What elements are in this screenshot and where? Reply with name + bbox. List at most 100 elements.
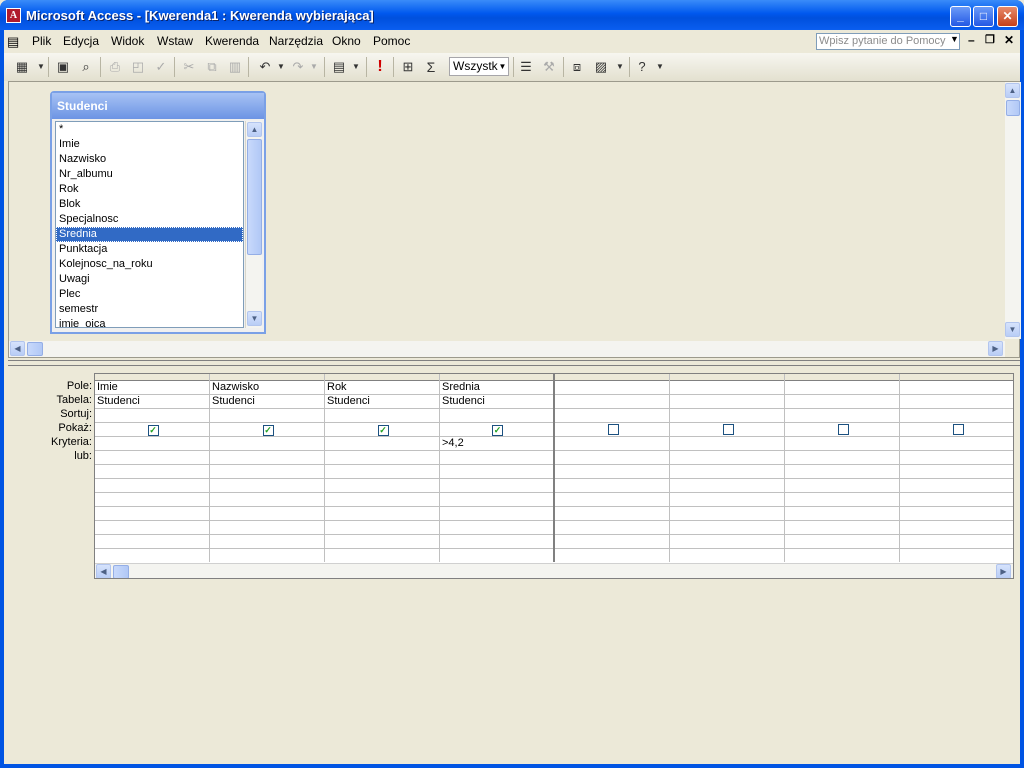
view-icon[interactable]: ▦ [12, 57, 32, 77]
field-list-item[interactable]: Rok [56, 182, 243, 197]
show-checkbox[interactable]: ✓ [492, 425, 503, 436]
grid-cell[interactable] [670, 493, 784, 507]
grid-cell[interactable] [325, 493, 439, 507]
show-checkbox[interactable] [837, 424, 849, 435]
grid-cell-kryteria[interactable] [210, 437, 324, 451]
copy-icon[interactable]: ⧉ [202, 57, 222, 77]
grid-cell[interactable] [95, 535, 209, 549]
grid-cell-lub[interactable] [900, 451, 1013, 465]
grid-column[interactable] [900, 374, 1013, 562]
grid-cell-sortuj[interactable] [785, 409, 899, 423]
field-list-window[interactable]: Studenci * Imie Nazwisko Nr_albumu Rok B… [50, 91, 266, 334]
grid-cell[interactable] [95, 479, 209, 493]
grid-cell[interactable] [440, 479, 553, 493]
grid-cell-kryteria[interactable]: >4,2 [440, 437, 553, 451]
design-grid-hscrollbar[interactable]: ◀ ▶ [95, 563, 1013, 578]
column-selector[interactable] [555, 374, 669, 381]
grid-cell-pole[interactable]: Nazwisko [210, 381, 324, 395]
grid-cell[interactable] [325, 535, 439, 549]
grid-cell-pokaz[interactable] [900, 423, 1013, 437]
menu-plik[interactable]: Plik [32, 34, 51, 48]
grid-cell-sortuj[interactable] [210, 409, 324, 423]
grid-cell-tabela[interactable] [900, 395, 1013, 409]
field-list-item[interactable]: Blok [56, 197, 243, 212]
grid-cell[interactable] [440, 507, 553, 521]
menu-kwerenda[interactable]: Kwerenda [205, 34, 259, 48]
new-object-icon[interactable]: ▨ [591, 57, 611, 77]
close-button[interactable]: ✕ [997, 6, 1018, 27]
access-key-icon[interactable]: A [6, 8, 21, 23]
grid-cell-pokaz[interactable]: ✓ [325, 423, 439, 437]
grid-cell[interactable] [785, 521, 899, 535]
grid-column[interactable]: Nazwisko Studenci ✓ [210, 374, 325, 562]
grid-cell-pokaz[interactable]: ✓ [95, 423, 209, 437]
show-checkbox[interactable] [952, 424, 964, 435]
paste-icon[interactable]: ▥ [225, 57, 245, 77]
help-question-input[interactable]: Wpisz pytanie do Pomocy [816, 33, 960, 50]
new-object-dropdown-icon[interactable]: ▼ [610, 57, 630, 77]
grid-cell-tabela[interactable] [670, 395, 784, 409]
grid-cell-kryteria[interactable] [900, 437, 1013, 451]
field-list-item[interactable]: Nr_albumu [56, 167, 243, 182]
grid-cell[interactable] [440, 521, 553, 535]
grid-cell-lub[interactable] [95, 451, 209, 465]
grid-cell-pokaz[interactable]: ✓ [210, 423, 324, 437]
column-selector[interactable] [325, 374, 439, 381]
grid-cell-pokaz[interactable] [785, 423, 899, 437]
column-selector[interactable] [785, 374, 899, 381]
grid-cell-tabela[interactable] [555, 395, 669, 409]
field-list-item[interactable]: Imie [56, 137, 243, 152]
title-bar[interactable]: A Microsoft Access - [Kwerenda1 : Kweren… [0, 0, 1024, 30]
grid-cell[interactable] [95, 507, 209, 521]
grid-cell[interactable] [210, 535, 324, 549]
grid-cell[interactable] [785, 493, 899, 507]
print-preview-icon[interactable]: ◰ [128, 57, 148, 77]
grid-cell[interactable] [670, 465, 784, 479]
document-menu-icon[interactable]: ▤ [7, 34, 19, 50]
query-type-dropdown-icon[interactable]: ▼ [346, 57, 366, 77]
scroll-up-icon[interactable]: ▲ [1005, 83, 1020, 98]
show-checkbox[interactable] [722, 424, 734, 435]
grid-cell-tabela[interactable]: Studenci [440, 395, 553, 409]
grid-cell-sortuj[interactable] [555, 409, 669, 423]
show-checkbox[interactable] [607, 424, 619, 435]
grid-column[interactable] [785, 374, 900, 562]
column-selector[interactable] [670, 374, 784, 381]
grid-cell[interactable] [900, 465, 1013, 479]
grid-cell[interactable] [555, 521, 669, 535]
redo-dropdown-icon[interactable]: ▼ [304, 57, 324, 77]
grid-cell-tabela[interactable] [785, 395, 899, 409]
grid-cell-pole[interactable]: Rok [325, 381, 439, 395]
field-list-item[interactable]: imie_ojca [56, 317, 243, 327]
scroll-up-icon[interactable]: ▲ [247, 122, 262, 137]
grid-cell-lub[interactable] [555, 451, 669, 465]
grid-cell-kryteria[interactable] [670, 437, 784, 451]
grid-cell-lub[interactable] [670, 451, 784, 465]
grid-column[interactable]: Rok Studenci ✓ [325, 374, 440, 562]
field-list-item[interactable]: Specjalnosc [56, 212, 243, 227]
grid-cell-pokaz[interactable]: ✓ [440, 423, 553, 437]
grid-cell[interactable] [670, 521, 784, 535]
grid-cell-pole[interactable]: Imie [95, 381, 209, 395]
show-checkbox[interactable]: ✓ [262, 425, 274, 436]
field-list-item[interactable]: Kolejnosc_na_roku [56, 257, 243, 272]
grid-column-active[interactable]: Srednia Studenci ✓ >4,2 [440, 374, 555, 562]
menu-widok[interactable]: Widok [111, 34, 144, 48]
scroll-down-icon[interactable]: ▼ [247, 311, 262, 326]
menu-okno[interactable]: Okno [332, 34, 361, 48]
grid-cell-kryteria[interactable] [95, 437, 209, 451]
help-dropdown-icon[interactable]: ▼ [650, 57, 670, 77]
grid-cell[interactable] [670, 479, 784, 493]
grid-cell[interactable] [210, 465, 324, 479]
grid-cell[interactable] [95, 493, 209, 507]
field-list-item[interactable]: Uwagi [56, 272, 243, 287]
run-icon[interactable]: ! [370, 57, 390, 77]
scroll-thumb[interactable] [247, 139, 262, 255]
grid-cell-tabela[interactable]: Studenci [210, 395, 324, 409]
show-checkbox[interactable]: ✓ [377, 425, 389, 436]
minimize-button[interactable]: _ [950, 6, 971, 27]
grid-cell[interactable] [325, 479, 439, 493]
grid-cell-pole[interactable] [785, 381, 899, 395]
grid-cell-pole[interactable] [670, 381, 784, 395]
grid-cell[interactable] [900, 535, 1013, 549]
